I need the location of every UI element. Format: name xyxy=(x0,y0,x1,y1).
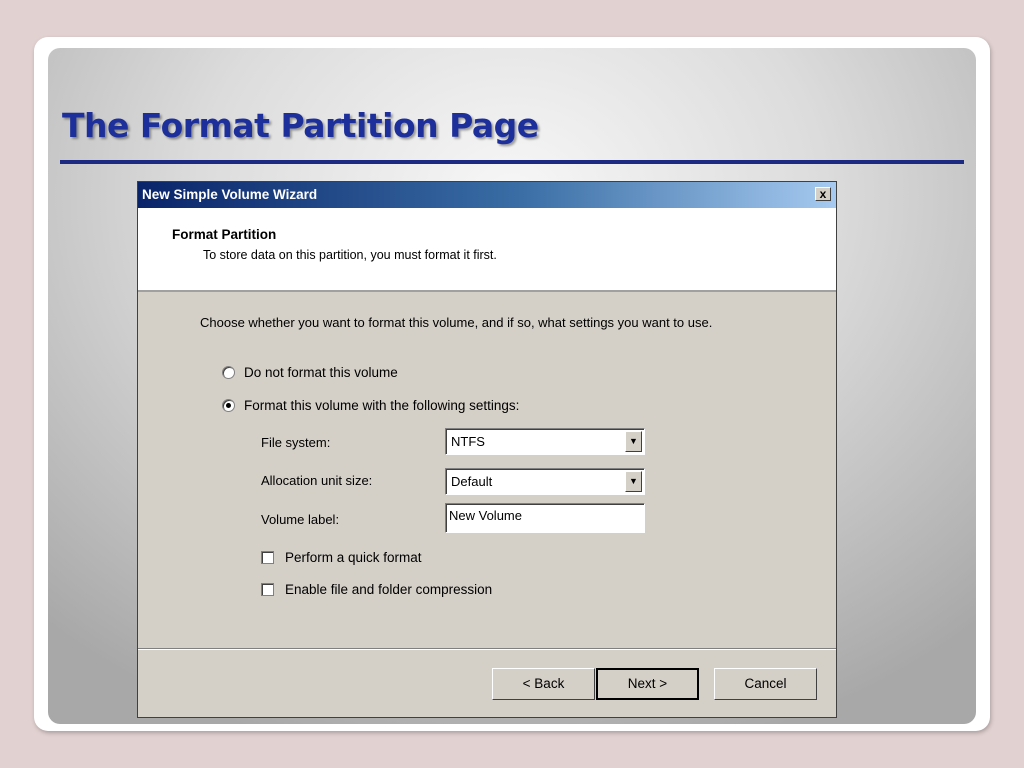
quick-format-label: Perform a quick format xyxy=(285,550,422,565)
title-underline xyxy=(60,160,964,164)
radio-format-button[interactable] xyxy=(222,399,235,412)
volume-label-input[interactable] xyxy=(449,508,639,523)
footer-divider xyxy=(138,648,836,650)
volume-label-field[interactable] xyxy=(445,503,645,533)
chevron-down-icon[interactable]: ▼ xyxy=(625,471,642,492)
volume-label-label: Volume label: xyxy=(261,512,340,527)
compression-checkbox[interactable] xyxy=(261,583,274,596)
quick-format-option[interactable]: Perform a quick format xyxy=(261,550,422,565)
instructions-text: Choose whether you want to format this v… xyxy=(200,315,713,330)
allocation-unit-select[interactable]: Default ▼ xyxy=(445,468,645,495)
radio-no-format-button[interactable] xyxy=(222,366,235,379)
close-icon: x xyxy=(819,187,827,201)
cancel-button[interactable]: Cancel xyxy=(714,668,817,700)
close-button[interactable]: x xyxy=(815,187,831,201)
allocation-unit-label: Allocation unit size: xyxy=(261,473,373,488)
radio-no-format-label: Do not format this volume xyxy=(244,365,398,380)
next-button[interactable]: Next > xyxy=(596,668,699,700)
allocation-unit-value: Default xyxy=(451,474,493,489)
back-button[interactable]: < Back xyxy=(492,668,595,700)
page-subtitle: To store data on this partition, you mus… xyxy=(203,248,497,262)
compression-option[interactable]: Enable file and folder compression xyxy=(261,582,492,597)
window-title: New Simple Volume Wizard xyxy=(142,187,318,202)
wizard-header: Format Partition To store data on this p… xyxy=(138,208,836,292)
compression-label: Enable file and folder compression xyxy=(285,582,493,597)
radio-no-format[interactable]: Do not format this volume xyxy=(222,365,398,380)
page-title: Format Partition xyxy=(172,227,277,242)
file-system-label: File system: xyxy=(261,435,331,450)
file-system-select[interactable]: NTFS ▼ xyxy=(445,428,645,455)
slide-title: The Format Partition Page xyxy=(62,106,539,145)
window-titlebar[interactable]: New Simple Volume Wizard x xyxy=(138,182,836,208)
quick-format-checkbox[interactable] xyxy=(261,551,274,564)
chevron-down-icon[interactable]: ▼ xyxy=(625,431,642,452)
wizard-window: New Simple Volume Wizard x Format Partit… xyxy=(137,181,837,718)
radio-format[interactable]: Format this volume with the following se… xyxy=(222,398,519,413)
radio-format-label: Format this volume with the following se… xyxy=(244,398,520,413)
file-system-value: NTFS xyxy=(451,434,485,449)
